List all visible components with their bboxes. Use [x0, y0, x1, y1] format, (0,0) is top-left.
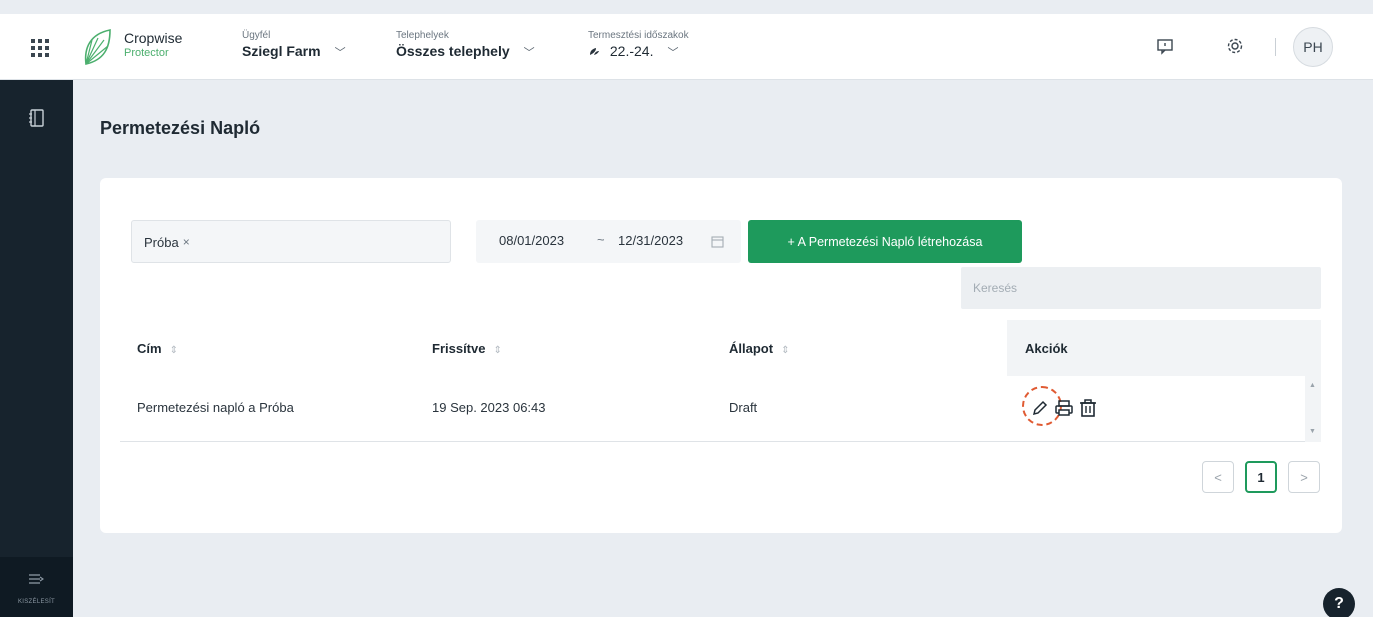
table-scrollbar[interactable]: ▲ ▼	[1305, 376, 1321, 442]
chevron-down-icon: ﹀	[523, 47, 535, 59]
season-value: 22.-24.	[609, 43, 654, 59]
cell-updated: 19 Sep. 2023 06:43	[432, 400, 546, 415]
content-card: Próba × 08/01/2023 ~ 12/31/2023 + A Perm…	[100, 178, 1342, 533]
sort-icon: ⇕	[169, 345, 178, 356]
chevron-down-icon: ﹀	[334, 47, 346, 59]
date-range-picker[interactable]: 08/01/2023 ~ 12/31/2023	[476, 220, 741, 263]
date-to[interactable]: 12/31/2023	[618, 233, 683, 248]
filter-tag-label: Próba	[144, 234, 179, 250]
column-header-title[interactable]: Cím ⇕	[137, 341, 178, 356]
column-header-status[interactable]: Állapot ⇕	[729, 341, 789, 356]
pagination-page-1[interactable]: 1	[1245, 461, 1277, 493]
expand-menu-icon	[29, 574, 44, 584]
sidebar-expand-label: KISZÉLESÍT	[17, 599, 55, 605]
cell-title: Permetezési napló a Próba	[137, 400, 294, 415]
gear-icon[interactable]	[1225, 36, 1245, 56]
sort-icon: ⇕	[493, 345, 502, 356]
app-grid-icon[interactable]	[28, 36, 50, 58]
sites-value: Összes telephely	[396, 43, 510, 59]
page-title: Permetezési Napló	[100, 118, 261, 138]
tag-filter-input[interactable]: Próba ×	[131, 220, 451, 263]
season-label: Termesztési időszakok	[588, 30, 689, 41]
sidebar: KISZÉLESÍT	[0, 80, 73, 617]
sites-label: Telephelyek	[396, 30, 449, 41]
tag-remove-icon[interactable]: ×	[183, 235, 190, 249]
edit-pencil-icon[interactable]	[1030, 398, 1050, 418]
help-button[interactable]: ?	[1323, 588, 1355, 617]
search-input[interactable]: Keresés	[961, 267, 1321, 309]
sites-selector[interactable]: Telephelyek Összes telephely ﹀	[396, 30, 535, 60]
cropwise-logo-icon	[84, 29, 111, 65]
avatar[interactable]: PH	[1293, 27, 1333, 67]
feedback-icon[interactable]	[1155, 36, 1175, 56]
date-from[interactable]: 08/01/2023	[499, 233, 564, 248]
header-divider	[1275, 38, 1276, 56]
client-value: Sziegl Farm	[242, 43, 321, 59]
cell-status: Draft	[729, 400, 758, 415]
chevron-down-icon: ﹀	[667, 47, 679, 59]
top-bar: Cropwise Protector Ügyfél Sziegl Farm ﹀ T…	[0, 14, 1373, 80]
season-selector[interactable]: Termesztési időszakok 22.-24. ﹀	[588, 30, 689, 60]
filter-tag: Próba ×	[138, 231, 196, 253]
plant-icon	[590, 48, 599, 55]
print-icon[interactable]	[1054, 398, 1074, 418]
sort-icon: ⇕	[781, 345, 790, 356]
table-row: Permetezési napló a Próba 19 Sep. 2023 0…	[120, 376, 1321, 442]
pagination-next-button[interactable]: >	[1288, 461, 1320, 493]
brand: Cropwise Protector	[124, 30, 182, 59]
calendar-icon	[711, 236, 724, 248]
client-label: Ügyfél	[242, 30, 271, 41]
trash-icon[interactable]	[1078, 398, 1098, 418]
create-spray-log-button[interactable]: + A Permetezési Napló létrehozása	[748, 220, 1022, 263]
table-header: Cím ⇕ Frissítve ⇕ Állapot ⇕ Akciók	[120, 320, 1321, 376]
scroll-down-icon[interactable]: ▼	[1309, 428, 1316, 435]
scroll-up-icon[interactable]: ▲	[1309, 382, 1316, 389]
sidebar-expand-button[interactable]: KISZÉLESÍT	[0, 557, 73, 617]
date-separator: ~	[597, 232, 605, 247]
column-header-updated[interactable]: Frissítve ⇕	[432, 341, 502, 356]
brand-name: Cropwise	[124, 30, 183, 46]
brand-sub: Protector	[124, 47, 169, 59]
notebook-icon[interactable]	[28, 108, 46, 128]
column-header-actions: Akciók	[1025, 341, 1068, 356]
client-selector[interactable]: Ügyfél Sziegl Farm ﹀	[242, 30, 346, 60]
pagination-prev-button[interactable]: <	[1202, 461, 1234, 493]
